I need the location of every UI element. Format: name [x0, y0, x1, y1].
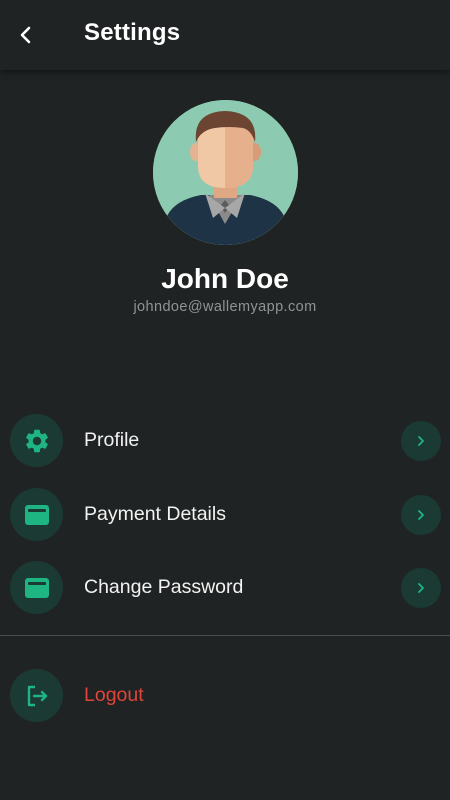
gear-icon [25, 429, 48, 452]
menu-item-label: Profile [84, 429, 140, 451]
back-button[interactable] [6, 15, 46, 55]
menu-item-profile[interactable]: Profile [0, 411, 450, 471]
menu-icon-container [10, 561, 63, 614]
menu-item-change-password[interactable]: Change Password [0, 558, 450, 618]
menu-icon-container [10, 669, 63, 722]
logout-label: Logout [84, 684, 144, 706]
user-name: John Doe [161, 263, 289, 294]
menu-item-label: Change Password [84, 576, 244, 598]
menu-icon-container [10, 414, 63, 467]
chevron-right-icon [418, 510, 424, 520]
menu-item-payment-details[interactable]: Payment Details [0, 485, 450, 545]
settings-screen: Settings John Doe johndoe@wallemyapp.com… [0, 0, 450, 800]
wallet-icon [24, 504, 49, 525]
menu-item-label: Payment Details [84, 503, 226, 525]
top-app-bar: Settings [0, 0, 450, 70]
user-email: johndoe@wallemyapp.com [133, 299, 317, 315]
section-divider [0, 635, 450, 636]
chevron-right-icon [418, 436, 424, 446]
payment-details-chevron-button[interactable] [401, 495, 441, 535]
change-password-chevron-button[interactable] [401, 568, 441, 608]
page-title: Settings [84, 19, 181, 46]
profile-chevron-button[interactable] [401, 421, 441, 461]
user-avatar-illustration [153, 100, 298, 245]
wallet-icon [24, 577, 49, 598]
menu-icon-container [10, 488, 63, 541]
logout-button[interactable]: Logout [0, 666, 450, 726]
chevron-right-icon [418, 583, 424, 593]
chevron-left-icon [20, 26, 31, 44]
avatar [153, 100, 298, 245]
logout-icon [27, 685, 47, 706]
